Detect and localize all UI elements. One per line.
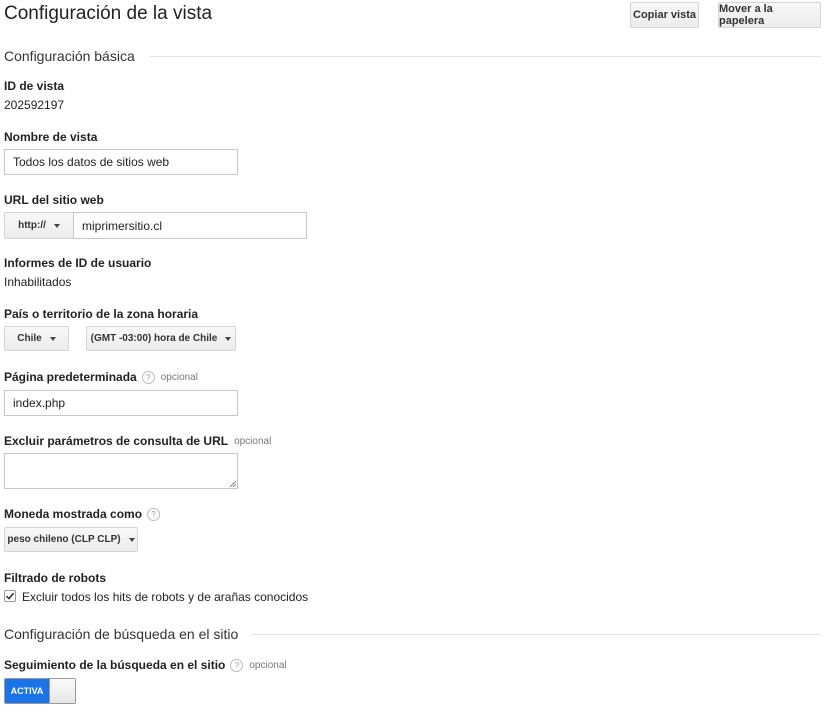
section-divider — [148, 55, 821, 57]
website-url-label: URL del sitio web — [4, 193, 104, 207]
basic-settings-section-header: Configuración básica — [4, 48, 821, 64]
bot-filter-checkbox[interactable] — [4, 590, 16, 602]
view-id-label: ID de vista — [4, 79, 65, 93]
exclude-params-label-text: Excluir parámetros de consulta de URL — [4, 434, 229, 448]
help-icon[interactable]: ? — [230, 658, 244, 672]
timezone-value: (GMT -03:00) hora de Chile — [90, 333, 218, 344]
optional-tag: opcional — [234, 435, 272, 447]
copy-view-button[interactable]: Copiar vista — [630, 2, 699, 28]
exclude-params-label: Excluir parámetros de consulta de URL op… — [4, 434, 271, 448]
currency-dropdown[interactable]: peso chileno (CLP CLP) — [4, 527, 138, 552]
page-title: Configuración de la vista — [4, 3, 213, 24]
section-title: Configuración básica — [4, 48, 135, 64]
checkmark-icon — [5, 592, 15, 600]
chevron-down-icon — [49, 336, 56, 341]
view-name-label: Nombre de vista — [4, 130, 98, 144]
optional-tag: opcional — [160, 371, 198, 383]
user-id-value: Inhabilitados — [4, 275, 72, 289]
site-search-section-header: Configuración de búsqueda en el sitio — [4, 626, 821, 642]
url-protocol-dropdown[interactable]: http:// — [4, 212, 74, 239]
toggle-knob[interactable] — [49, 679, 75, 703]
view-id-value: 202592197 — [4, 98, 65, 112]
site-search-tracking-label: Seguimiento de la búsqueda en el sitio ?… — [4, 658, 287, 672]
timezone-label: País o territorio de la zona horaria — [4, 307, 199, 321]
site-search-toggle[interactable]: ACTIVA — [4, 678, 76, 704]
country-dropdown[interactable]: Chile — [4, 326, 69, 351]
default-page-label: Página predeterminada ? opcional — [4, 370, 198, 384]
timezone-dropdown[interactable]: (GMT -03:00) hora de Chile — [86, 326, 236, 351]
currency-value: peso chileno (CLP CLP) — [7, 534, 121, 545]
site-search-tracking-label-text: Seguimiento de la búsqueda en el sitio — [4, 658, 226, 672]
section-title: Configuración de búsqueda en el sitio — [4, 626, 239, 642]
view-name-input[interactable]: Todos los datos de sitios web — [4, 149, 238, 175]
move-to-trash-button[interactable]: Mover a la papelera — [718, 2, 821, 28]
default-page-input[interactable]: index.php — [4, 390, 238, 416]
bot-filter-checkbox-label[interactable]: Excluir todos los hits de robots y de ar… — [22, 590, 308, 604]
help-icon[interactable]: ? — [141, 370, 155, 384]
optional-tag: opcional — [249, 659, 287, 671]
exclude-params-textarea[interactable] — [4, 453, 238, 489]
country-value: Chile — [17, 333, 42, 344]
default-page-label-text: Página predeterminada — [4, 370, 137, 384]
chevron-down-icon — [128, 537, 135, 542]
url-protocol-value: http:// — [18, 220, 46, 231]
help-icon[interactable]: ? — [147, 507, 161, 521]
resize-handle-icon[interactable] — [229, 480, 236, 487]
section-divider — [252, 633, 821, 635]
bot-filtering-label: Filtrado de robots — [4, 571, 106, 585]
currency-label: Moneda mostrada como ? — [4, 507, 161, 521]
chevron-down-icon — [225, 336, 232, 341]
website-url-input[interactable]: miprimersitio.cl — [73, 212, 307, 239]
chevron-down-icon — [53, 223, 60, 228]
user-id-label: Informes de ID de usuario — [4, 256, 152, 270]
toggle-on-label: ACTIVA — [5, 679, 49, 703]
currency-label-text: Moneda mostrada como — [4, 507, 143, 521]
